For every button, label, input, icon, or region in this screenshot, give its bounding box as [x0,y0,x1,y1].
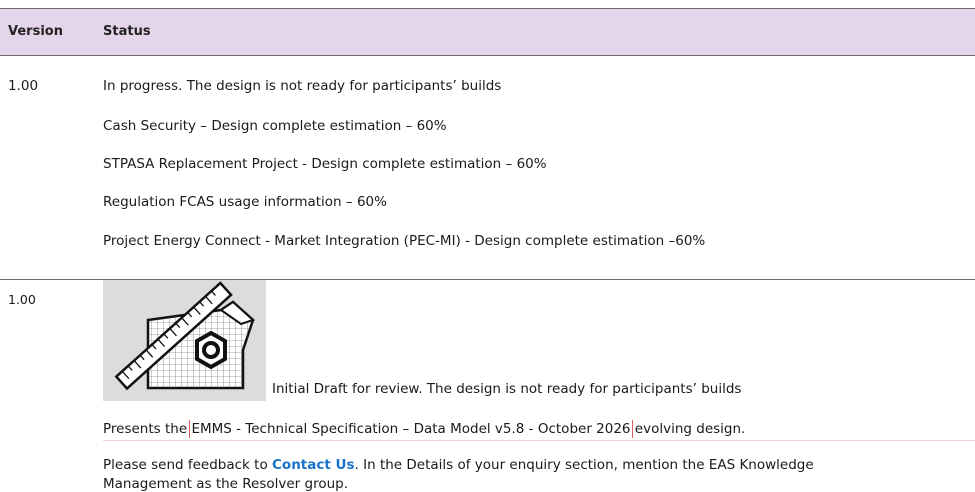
presents-line: Presents the EMMS - Technical Specificat… [103,421,745,437]
table-header: Version Status [0,8,975,56]
document-reference: EMMS - Technical Specification – Data Mo… [191,421,631,437]
feedback-prefix: Please send feedback to [103,457,273,473]
status-line: STPASA Replacement Project - Design comp… [103,156,547,172]
presents-prefix: Presents the [103,421,192,437]
design-drawing-icon [103,280,266,401]
draft-caption: Initial Draft for review. The design is … [272,381,742,397]
feedback-line: Please send feedback to Contact Us. In t… [103,457,814,473]
highlight-underline [103,440,975,441]
presents-suffix: evolving design. [630,421,746,437]
feedback-suffix: . In the Details of your enquiry section… [354,457,814,473]
version-cell: 1.00 [8,78,39,94]
version-cell: 1.00 [8,292,36,307]
version-column-header: Version [8,24,63,39]
status-line: In progress. The design is not ready for… [103,78,502,94]
status-line: Project Energy Connect - Market Integrat… [103,233,706,249]
table-row: 1.00 Initial Draft for review. The desig… [0,280,975,492]
feedback-line-2: Management as the Resolver group. [103,476,349,492]
status-column-header: Status [103,24,151,39]
contact-us-link[interactable]: Contact Us [272,457,355,473]
version-status-table: Version Status 1.00 In progress. The des… [0,8,975,492]
table-row: 1.00 In progress. The design is not read… [0,55,975,280]
status-line: Cash Security – Design complete estimati… [103,118,447,134]
status-line: Regulation FCAS usage information – 60% [103,194,387,210]
